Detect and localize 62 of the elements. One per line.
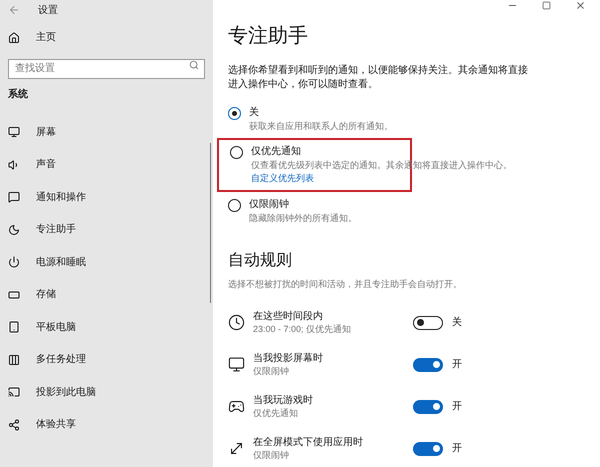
monitor-icon	[8, 126, 20, 138]
option-label: 仅优先通知	[251, 145, 302, 159]
rule-title: 在这些时间段内	[253, 310, 324, 322]
option-label: 关	[249, 106, 260, 120]
moon-icon	[8, 224, 20, 236]
toggle-state: 开	[452, 400, 462, 414]
toggle-state: 开	[452, 358, 462, 372]
sidebar-item[interactable]: 多任务处理	[0, 344, 205, 376]
toggle-switch[interactable]	[413, 316, 443, 330]
toggle-switch[interactable]	[413, 400, 443, 414]
search-icon	[189, 60, 199, 70]
home-icon	[8, 32, 20, 44]
gamepad-icon	[228, 398, 245, 415]
rule-detail: 仅优先通知	[253, 406, 299, 420]
radio-button[interactable]	[230, 146, 243, 159]
rule-detail: 仅限闹钟	[253, 364, 290, 378]
sidebar-item[interactable]: 屏幕	[0, 116, 205, 148]
radio-button[interactable]	[228, 199, 241, 212]
columns-icon	[8, 354, 20, 366]
rule-detail: 23:00 - 7:00; 仅优先通知	[253, 322, 352, 336]
window-title: 设置	[38, 4, 58, 18]
diagonal-arrow-icon	[228, 440, 245, 457]
section-title: 自动规则	[228, 251, 293, 271]
option-detail: 隐藏除闹钟外的所有通知。	[249, 212, 357, 225]
clock-icon	[228, 314, 245, 331]
section-description: 选择不想被打扰的时间和活动，并且专注助手会自动打开。	[228, 278, 463, 291]
page-title: 专注助手	[228, 24, 309, 49]
sidebar-item[interactable]: 存储	[0, 278, 205, 311]
toggle-switch[interactable]	[413, 358, 443, 372]
sidebar-item[interactable]: 平板电脑	[0, 311, 205, 344]
share-icon	[8, 418, 20, 431]
search-field[interactable]: 查找设置	[8, 58, 205, 78]
sidebar-item[interactable]: 体验共享	[0, 408, 205, 441]
tablet-icon	[8, 321, 20, 334]
scrollbar[interactable]	[210, 143, 211, 303]
rule-title: 当我投影屏幕时	[253, 352, 324, 364]
storage-icon	[8, 288, 20, 301]
sidebar-item[interactable]: 专注助手	[0, 214, 205, 246]
power-icon	[8, 256, 20, 268]
cast-icon	[8, 386, 20, 398]
message-icon	[8, 191, 20, 204]
rule-title: 当我玩游戏时	[253, 394, 314, 406]
home-link[interactable]: 主页	[0, 20, 213, 55]
rule-detail: 仅限闹钟	[253, 448, 290, 462]
speaker-icon	[8, 158, 20, 171]
sidebar-item[interactable]: 通知和操作	[0, 181, 205, 214]
maximize-icon[interactable]	[542, 1, 551, 10]
monitor-icon	[228, 356, 245, 373]
option-detail: 获取来自应用和联系人的所有通知。	[249, 120, 393, 133]
option-label: 仅限闹钟	[249, 198, 290, 212]
toggle-switch[interactable]	[413, 442, 443, 456]
toggle-state: 开	[452, 442, 462, 456]
close-icon[interactable]	[575, 0, 586, 11]
page-description: 选择你希望看到和听到的通知，以便能够保持关注。其余通知将直接进入操作中心，你可以随时查看。	[228, 64, 529, 92]
sidebar-item[interactable]: 电源和睡眠	[0, 246, 205, 278]
sidebar-item[interactable]: 投影到此电脑	[0, 376, 205, 408]
radio-button[interactable]	[228, 107, 241, 120]
toggle-state: 关	[452, 316, 462, 330]
rule-title: 在全屏模式下使用应用时	[253, 436, 364, 448]
sidebar-item[interactable]: 声音	[0, 148, 205, 181]
customize-link[interactable]: 自定义优先列表	[251, 172, 512, 185]
section-title: 系统	[7, 88, 29, 102]
